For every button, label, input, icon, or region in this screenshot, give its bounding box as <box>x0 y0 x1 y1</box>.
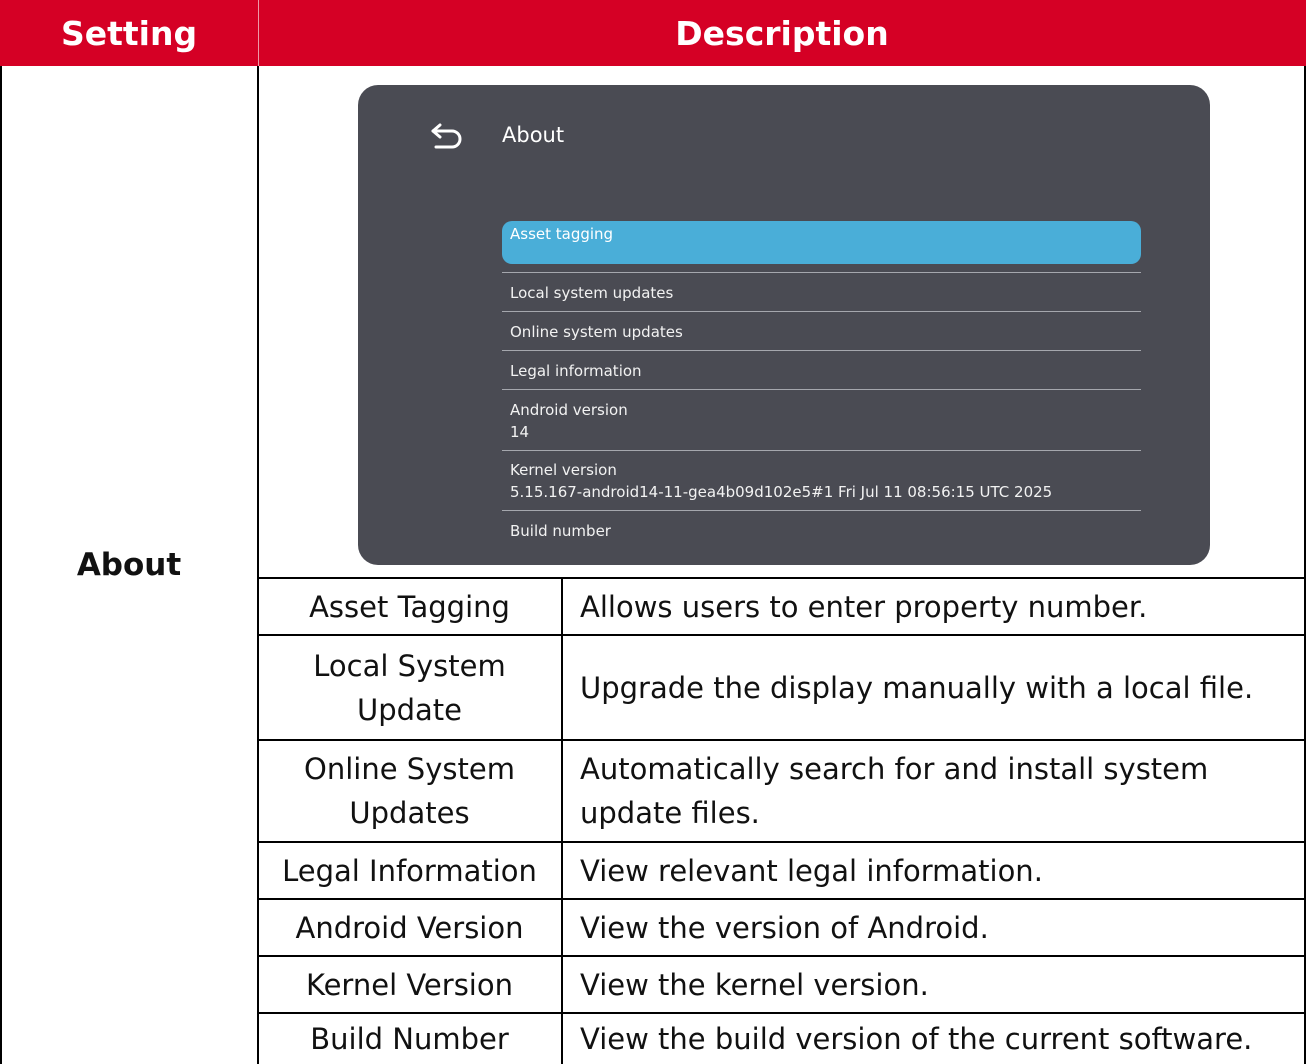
row-build-number-desc: View the build version of the current so… <box>580 1022 1253 1056</box>
row-kernel-version-desc: View the kernel version. <box>580 967 929 1002</box>
settings-table: Setting Description About About Asset ta… <box>0 0 1306 1064</box>
menu-item-legal-information[interactable]: Legal information <box>510 361 642 381</box>
menu-item-local-system-updates[interactable]: Local system updates <box>510 283 673 303</box>
menu-divider <box>502 272 1141 273</box>
row-local-system-update-name: Local System Update <box>313 648 506 727</box>
setting-about-label: About <box>76 547 182 583</box>
header-description: Description <box>675 13 889 53</box>
row-online-system-updates-name: Online System Updates <box>304 752 515 830</box>
menu-divider <box>502 311 1141 312</box>
screen-title: About <box>502 123 565 147</box>
menu-item-android-version[interactable]: Android version <box>510 400 628 420</box>
menu-item-online-system-updates[interactable]: Online system updates <box>510 322 683 342</box>
table-header: Setting Description <box>0 0 1306 66</box>
header-setting: Setting <box>60 13 198 53</box>
menu-item-kernel-version[interactable]: Kernel version <box>510 460 617 480</box>
back-arrow-icon <box>431 123 462 149</box>
menu-divider <box>502 450 1141 451</box>
row-android-version-desc: View the version of Android. <box>580 910 989 945</box>
row-legal-information-desc: View relevant legal information. <box>580 853 1043 888</box>
kernel-version-value: 5.15.167-android14-11-gea4b09d102e5#1 Fr… <box>510 483 1053 501</box>
menu-divider <box>502 510 1141 511</box>
about-screen-image: About Asset tagging Local system updates… <box>358 85 1210 565</box>
menu-item-asset-tagging[interactable]: Asset tagging <box>502 221 1141 264</box>
row-legal-information-name: Legal Information <box>282 853 537 888</box>
row-build-number-name: Build Number <box>310 1022 509 1056</box>
menu-divider <box>502 389 1141 390</box>
menu-item-label: Asset tagging <box>510 225 614 243</box>
android-version-value: 14 <box>510 423 530 441</box>
row-asset-tagging-desc: Allows users to enter property number. <box>580 589 1148 624</box>
menu-divider <box>502 350 1141 351</box>
row-android-version-name: Android Version <box>295 910 524 945</box>
row-kernel-version-name: Kernel Version <box>306 967 513 1002</box>
row-asset-tagging-name: Asset Tagging <box>309 589 510 624</box>
row-online-system-updates-desc: Automatically search for and install sys… <box>580 752 1209 830</box>
menu-item-build-number[interactable]: Build number <box>510 521 611 541</box>
inner-column-divider <box>561 578 563 1064</box>
row-local-system-update-desc: Upgrade the display manually with a loca… <box>580 670 1254 705</box>
